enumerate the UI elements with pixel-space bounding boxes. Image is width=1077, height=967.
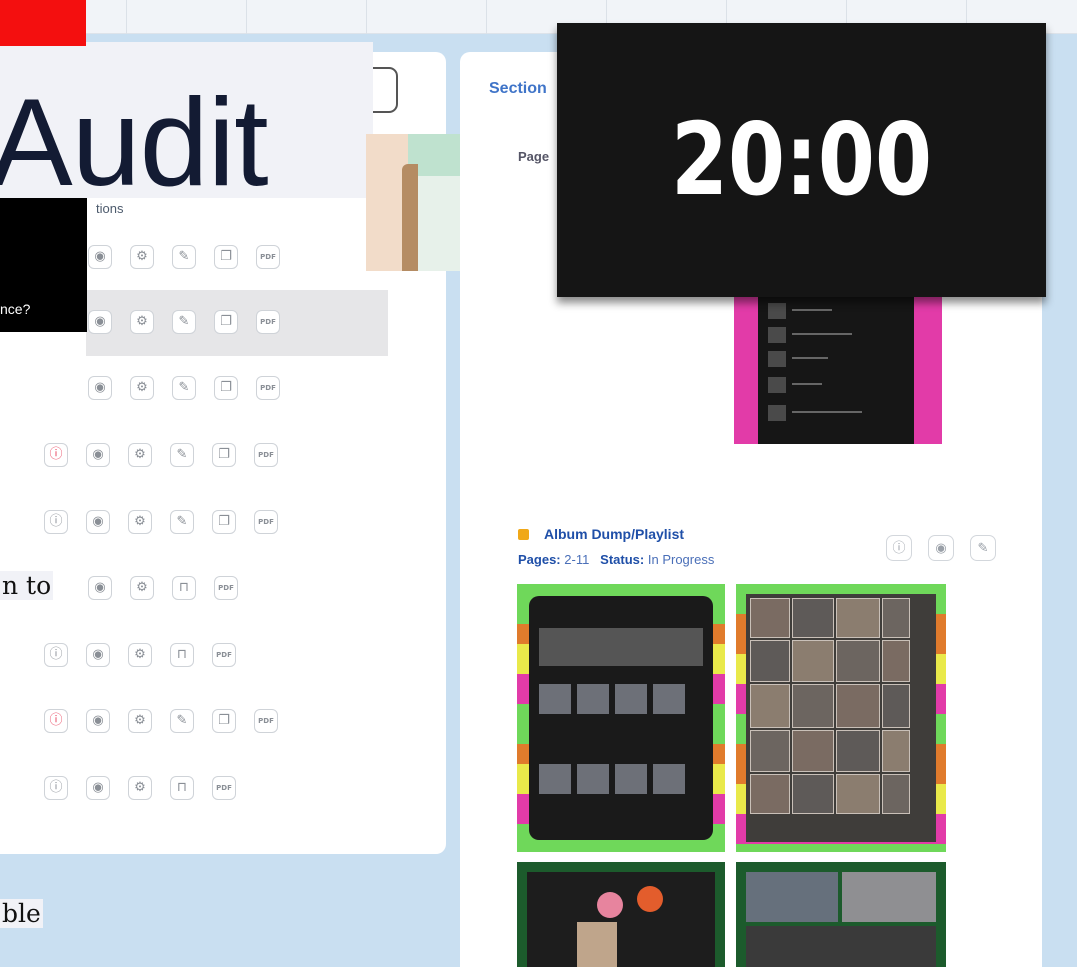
page-thumbnail[interactable]: [736, 584, 946, 852]
pencil-icon[interactable]: ✎: [172, 376, 196, 400]
gear-icon[interactable]: ⚙: [130, 310, 154, 334]
pencil-icon[interactable]: ✎: [970, 535, 996, 561]
gear-icon[interactable]: ⚙: [128, 443, 152, 467]
caption-fragment: ble: [0, 899, 43, 928]
eye-icon[interactable]: ◉: [86, 643, 110, 667]
tab-section[interactable]: Section: [489, 80, 547, 98]
copy-icon[interactable]: ❐: [214, 376, 238, 400]
eye-icon[interactable]: ◉: [86, 776, 110, 800]
pdf-icon[interactable]: PDF: [254, 510, 278, 534]
title-overlay: Audit: [0, 42, 373, 208]
page-thumbnail[interactable]: [517, 862, 725, 967]
section-title: Album Dump/Playlist: [544, 526, 685, 542]
pencil-icon[interactable]: ✎: [170, 709, 194, 733]
page-thumbnail[interactable]: [517, 584, 725, 852]
lock-icon[interactable]: ⊓: [170, 643, 194, 667]
pages-label: Pages:: [518, 552, 561, 567]
copy-icon[interactable]: ❐: [212, 709, 236, 733]
eye-icon[interactable]: ◉: [86, 709, 110, 733]
pdf-icon[interactable]: PDF: [256, 376, 280, 400]
pdf-icon[interactable]: PDF: [256, 245, 280, 269]
pencil-icon[interactable]: ✎: [170, 443, 194, 467]
countdown-timer: 20:00: [557, 23, 1046, 297]
pdf-icon[interactable]: PDF: [254, 443, 278, 467]
gear-icon[interactable]: ⚙: [130, 245, 154, 269]
red-tab-marker: [0, 0, 86, 46]
toolbar-divider: [126, 0, 127, 34]
gear-icon[interactable]: ⚙: [128, 709, 152, 733]
pdf-icon[interactable]: PDF: [254, 709, 278, 733]
eye-icon[interactable]: ◉: [928, 535, 954, 561]
info-icon[interactable]: ⓘ: [44, 776, 68, 800]
gear-icon[interactable]: ⚙: [130, 576, 154, 600]
copy-icon[interactable]: ❐: [212, 510, 236, 534]
page-thumbnail[interactable]: [734, 297, 942, 444]
gear-icon[interactable]: ⚙: [130, 376, 154, 400]
toolbar-divider: [246, 0, 247, 34]
pdf-icon[interactable]: PDF: [214, 576, 238, 600]
eye-icon[interactable]: ◉: [88, 245, 112, 269]
pdf-icon[interactable]: PDF: [256, 310, 280, 334]
info-icon[interactable]: ⓘ: [44, 643, 68, 667]
tooltip-popup: nce?: [0, 198, 87, 332]
status-label: Status:: [600, 552, 645, 567]
info-icon[interactable]: ⓘ: [886, 535, 912, 561]
pdf-icon[interactable]: PDF: [212, 776, 236, 800]
eye-icon[interactable]: ◉: [86, 510, 110, 534]
gear-icon[interactable]: ⚙: [128, 643, 152, 667]
eye-icon[interactable]: ◉: [86, 443, 110, 467]
eye-icon[interactable]: ◉: [88, 310, 112, 334]
lock-icon[interactable]: ⊓: [170, 776, 194, 800]
copy-icon[interactable]: ❐: [214, 245, 238, 269]
pencil-icon[interactable]: ✎: [170, 510, 194, 534]
status-dot-icon: [518, 529, 529, 540]
lock-icon[interactable]: ⊓: [172, 576, 196, 600]
pages-value: 2-11: [564, 552, 590, 567]
info-icon[interactable]: ⓘ: [44, 709, 68, 733]
copy-icon[interactable]: ❐: [212, 443, 236, 467]
page-thumbnail[interactable]: [736, 862, 946, 967]
pencil-icon[interactable]: ✎: [172, 310, 196, 334]
tooltip-text: nce?: [0, 301, 31, 317]
info-icon[interactable]: ⓘ: [44, 510, 68, 534]
info-icon[interactable]: ⓘ: [44, 443, 68, 467]
toolbar-divider: [366, 0, 367, 34]
eye-icon[interactable]: ◉: [88, 576, 112, 600]
toolbar-divider: [486, 0, 487, 34]
gear-icon[interactable]: ⚙: [128, 776, 152, 800]
pencil-icon[interactable]: ✎: [172, 245, 196, 269]
pdf-icon[interactable]: PDF: [212, 643, 236, 667]
pages-label-fragment: Page: [518, 149, 550, 164]
eye-icon[interactable]: ◉: [88, 376, 112, 400]
gear-icon[interactable]: ⚙: [128, 510, 152, 534]
audit-title: Audit: [0, 74, 269, 212]
timer-display: 20:00: [670, 101, 933, 218]
copy-icon[interactable]: ❐: [214, 310, 238, 334]
status-value: In Progress: [647, 552, 715, 567]
section-meta: Pages: 2-11 Status: In Progress: [518, 552, 714, 567]
caption-fragment: n to: [0, 571, 54, 600]
